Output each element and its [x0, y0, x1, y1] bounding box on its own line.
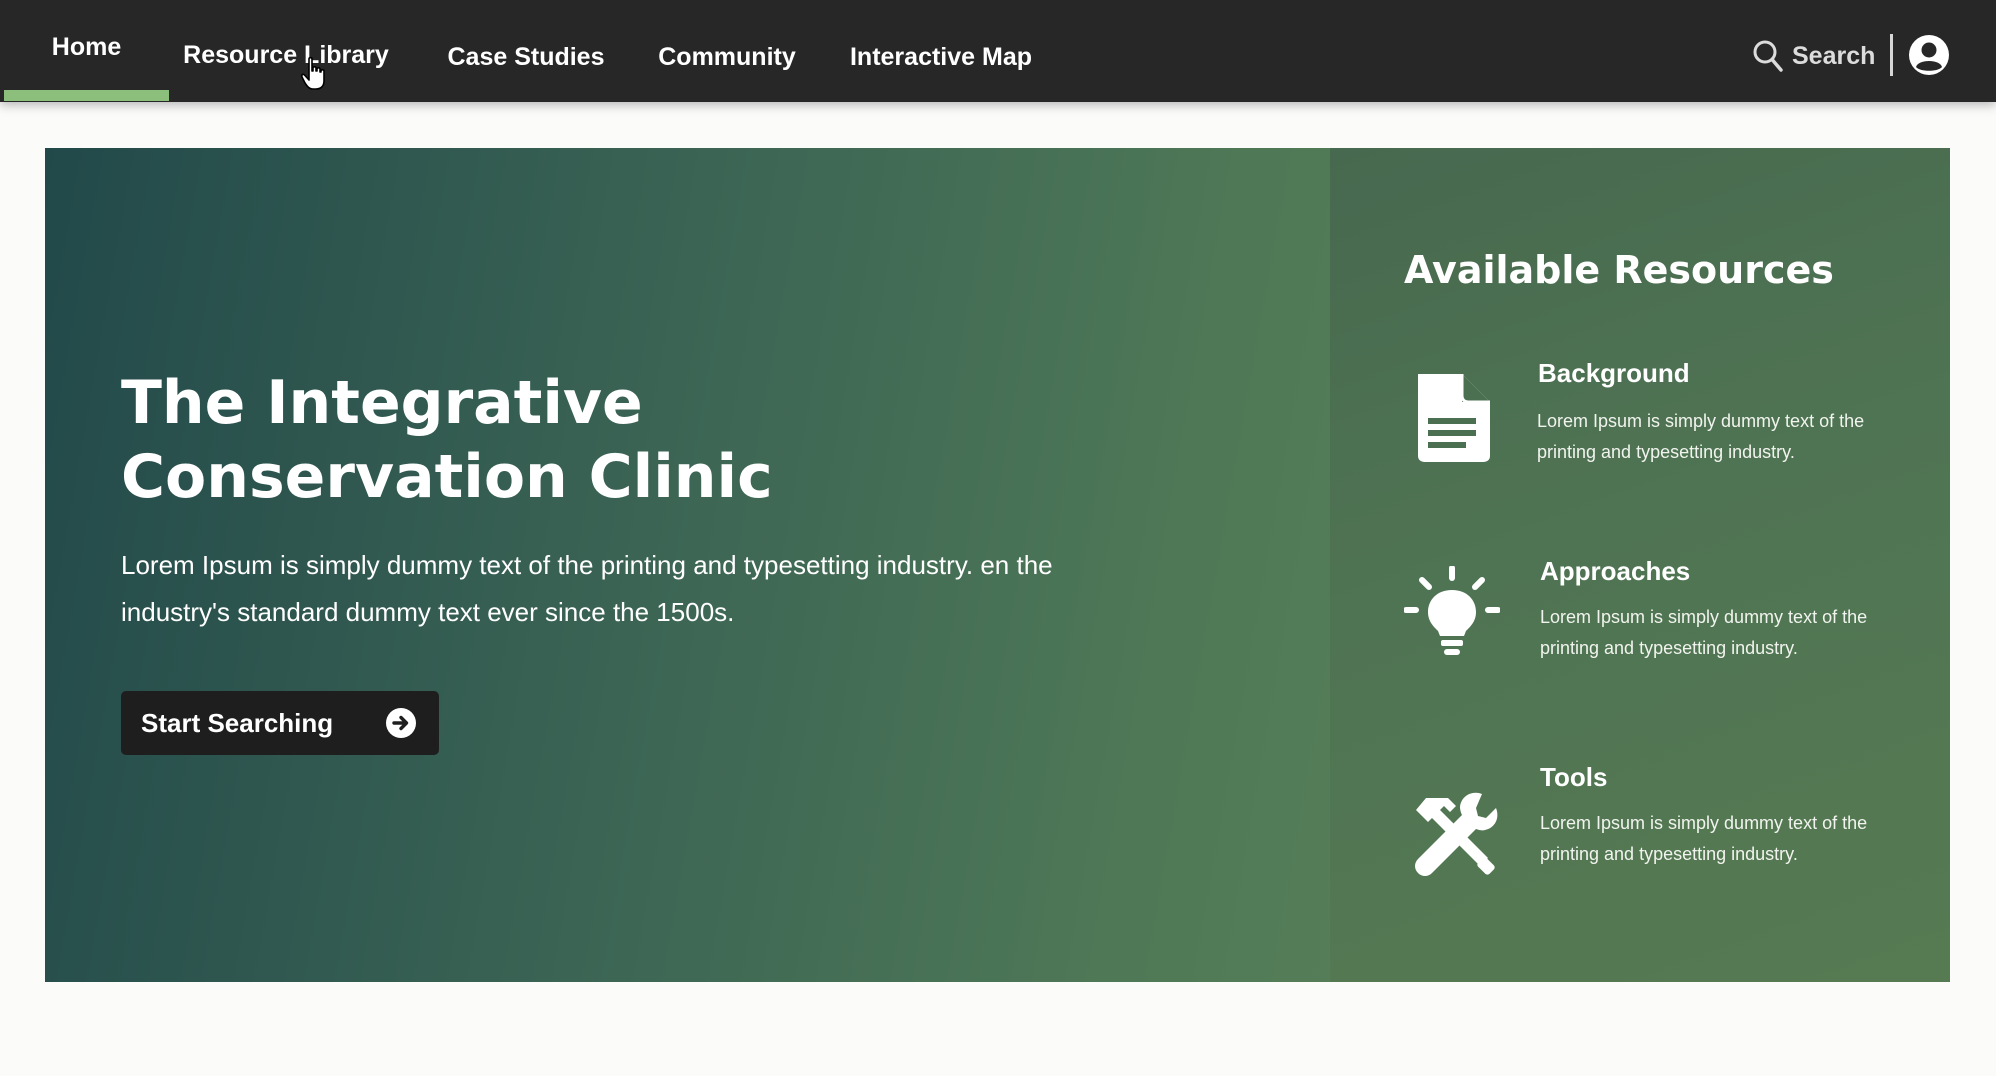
lightbulb-icon [1404, 566, 1500, 655]
nav-item-case-studies[interactable]: Case Studies [436, 0, 616, 114]
tools-icon [1415, 792, 1498, 876]
nav-item-home[interactable]: Home [4, 0, 169, 94]
resource-item-approaches[interactable]: Approaches Lorem Ipsum is simply dummy t… [1330, 556, 1950, 706]
nav-divider [1890, 34, 1893, 76]
hero-intro: The Integrative Conservation Clinic Lore… [45, 148, 1330, 982]
resource-title: Tools [1540, 762, 1608, 792]
page-title-line-1: The Integrative [121, 368, 643, 438]
hand-cursor-icon [300, 56, 325, 90]
nav-item-label: Interactive Map [849, 42, 1032, 71]
hero-description: Lorem Ipsum is simply dummy text of the … [121, 550, 1053, 627]
resource-description: Lorem Ipsum is simply dummy text of the … [1537, 411, 1865, 462]
user-account-button[interactable] [1908, 34, 1950, 76]
hero-banner: The Integrative Conservation Clinic Lore… [45, 148, 1950, 982]
resource-description: Lorem Ipsum is simply dummy text of the … [1540, 607, 1868, 658]
arrow-right-circle-icon [386, 708, 416, 738]
resource-description: Lorem Ipsum is simply dummy text of the … [1540, 813, 1868, 864]
document-icon [1418, 374, 1490, 462]
nav-item-community[interactable]: Community [648, 0, 806, 114]
available-resources-panel: Available Resources Background Lorem Ips… [1330, 148, 1950, 982]
nav-item-label: Community [658, 42, 796, 71]
resource-item-background[interactable]: Background Lorem Ipsum is simply dummy t… [1330, 358, 1950, 508]
start-searching-button[interactable]: Start Searching [121, 691, 439, 755]
search-label: Search [1792, 41, 1876, 70]
nav-item-resource-library[interactable]: Resource Library [176, 0, 396, 110]
resource-title: Approaches [1540, 556, 1691, 586]
resource-title: Background [1538, 358, 1690, 388]
user-icon [1909, 35, 1949, 75]
page-title: The Integrative Conservation Clinic [121, 366, 1221, 514]
cta-label: Start Searching [141, 707, 334, 738]
search-button[interactable]: Search [1752, 36, 1875, 76]
resource-item-tools[interactable]: Tools Lorem Ipsum is simply dummy text o… [1330, 762, 1950, 912]
resources-heading: Available Resources [1404, 248, 1834, 292]
nav-item-label: Home [51, 32, 122, 61]
search-icon [1753, 40, 1783, 72]
nav-item-label: Resource Library [183, 40, 389, 69]
page-title-line-2: Conservation Clinic [121, 442, 773, 512]
active-nav-indicator [4, 90, 169, 101]
nav-item-label: Case Studies [447, 42, 605, 71]
nav-item-interactive-map[interactable]: Interactive Map [838, 0, 1044, 114]
